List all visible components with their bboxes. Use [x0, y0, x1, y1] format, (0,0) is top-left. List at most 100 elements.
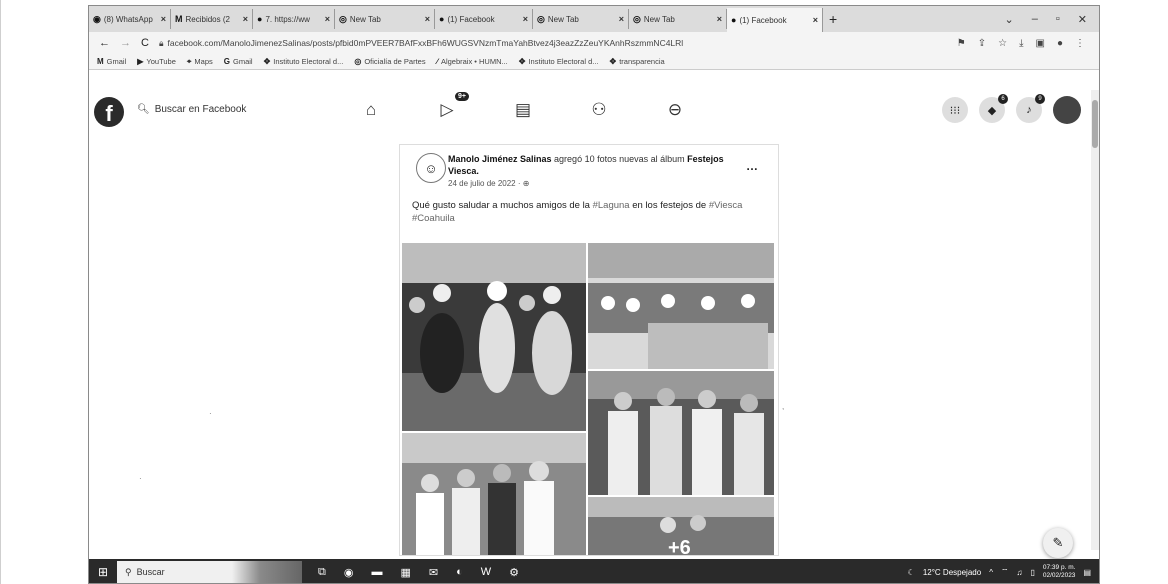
notifications-icon[interactable]: ♪ 9	[1016, 94, 1045, 123]
network-icon[interactable]: ⌔	[1001, 567, 1009, 577]
minimize-icon[interactable]: –	[1032, 13, 1038, 26]
avatar[interactable]	[1053, 96, 1081, 124]
globe-icon: ⊕	[522, 179, 530, 188]
battery-icon[interactable]: ▯	[1030, 568, 1034, 577]
ine-icon: ✥	[609, 57, 617, 66]
close-icon[interactable]: ×	[717, 14, 722, 24]
windows-taskbar: ⊞ ⚲ Buscar ⧉ ◉ ▬ ▦ ✉ ◐ W ⚙ ☾ 12°C Despeja…	[89, 559, 1099, 583]
forward-icon[interactable]: →	[120, 37, 131, 49]
address-bar: ← → C 🔒︎ facebook.com/ManoloJimenezSalina…	[89, 32, 1099, 54]
chrome-icon[interactable]: ◉	[344, 566, 354, 579]
watch-icon[interactable]: ▷ 9+	[435, 92, 469, 122]
tab-facebook[interactable]: ● (1) Facebook ×	[435, 9, 533, 29]
tab-whatsapp[interactable]: ◉ (8) WhatsApp ×	[89, 9, 171, 29]
maximize-icon[interactable]: ▫	[1056, 13, 1060, 26]
download-icon[interactable]: ⤓	[1019, 38, 1023, 49]
chevron-down-icon[interactable]: ⌄	[1005, 13, 1014, 26]
ine-icon: ✥	[263, 57, 271, 66]
bookmark-item[interactable]: ⌖ Maps	[187, 57, 213, 67]
url-field[interactable]: 🔒︎ facebook.com/ManoloJimenezSalinas/post…	[159, 38, 683, 49]
menu-icon[interactable]: ⋮	[1075, 38, 1085, 49]
gaming-icon[interactable]: ⊖	[663, 98, 687, 122]
taskbar-search-input[interactable]: ⚲ Buscar	[117, 561, 302, 583]
bookmark-item[interactable]: ∕ Algebraix • HUMN...	[437, 57, 508, 66]
tab-new-tab[interactable]: ◎ New Tab ×	[629, 9, 727, 29]
groups-icon[interactable]: ⚇	[587, 98, 611, 122]
close-icon[interactable]: ×	[523, 14, 528, 24]
bookmark-item[interactable]: ✥ Instituto Electoral d...	[264, 57, 344, 66]
facebook-icon: ●	[257, 14, 263, 24]
share-icon[interactable]: ⇪	[978, 38, 986, 49]
menu-grid-icon[interactable]: ⁝⁝⁝	[942, 97, 968, 123]
profile-icon[interactable]: ●	[1057, 38, 1063, 49]
author-avatar[interactable]: ☺	[416, 153, 446, 183]
bookmark-item[interactable]: ◎ Oficialía de Partes	[354, 57, 425, 66]
tab-gmail[interactable]: M Recibidos (2 ×	[171, 9, 253, 29]
clock[interactable]: 07:39 p. m. 02/02/2023	[1043, 564, 1076, 580]
volume-icon[interactable]: ♫	[1016, 568, 1022, 577]
scrollbar[interactable]	[1091, 90, 1099, 550]
maps-icon: ⌖	[186, 56, 192, 66]
bookmark-item[interactable]: ▶ YouTube	[137, 57, 176, 66]
close-icon[interactable]: ×	[325, 14, 330, 24]
tab-new-tab[interactable]: ◎ New Tab ×	[533, 9, 629, 29]
settings-icon[interactable]: ⚙	[509, 566, 519, 579]
tab-facebook-active[interactable]: ● (1) Facebook ×	[727, 8, 823, 32]
facebook-icon: ●	[731, 15, 737, 25]
watch-badge: 9+	[455, 92, 469, 101]
tab-facebook-link[interactable]: ● 7. https://ww ×	[253, 9, 335, 29]
chevron-up-icon[interactable]: ^	[989, 568, 993, 577]
messenger-icon[interactable]: ◆ 6	[979, 94, 1008, 123]
facebook-logo-icon[interactable]: f	[94, 97, 124, 127]
close-icon[interactable]: ×	[425, 14, 430, 24]
back-icon[interactable]: ←	[99, 37, 110, 49]
reload-icon[interactable]: C	[141, 37, 149, 49]
word-icon[interactable]: W	[481, 566, 491, 579]
weather-icon[interactable]: ☾	[908, 568, 915, 577]
search-icon: ⚲	[125, 566, 132, 577]
notifications-badge: 9	[1035, 94, 1045, 104]
windows-start-icon[interactable]: ⊞	[89, 565, 117, 579]
post-date[interactable]: 24 de julio de 2022 · ⊕	[448, 179, 529, 188]
chrome-icon: ◎	[339, 13, 347, 24]
post-photo-group[interactable]	[588, 371, 774, 495]
star-icon[interactable]: ☆	[998, 38, 1007, 49]
more-photos-count[interactable]: +6	[668, 537, 691, 555]
file-explorer-icon[interactable]: ▬	[371, 566, 382, 579]
hashtag-link[interactable]: #Coahuila	[412, 213, 455, 224]
bookmark-item[interactable]: G Gmail	[224, 57, 253, 66]
mail-icon[interactable]: ✉	[429, 566, 438, 579]
hashtag-link[interactable]: #Laguna	[593, 200, 630, 211]
close-icon[interactable]: ×	[619, 14, 624, 24]
post-photo-riders[interactable]	[402, 243, 586, 431]
close-icon[interactable]: ✕	[1078, 13, 1087, 26]
tab-strip: ◉ (8) WhatsApp × M Recibidos (2 × ● 7. https:…	[89, 6, 1099, 32]
new-tab-button[interactable]: +	[829, 11, 845, 27]
more-options-icon[interactable]: …	[746, 159, 758, 173]
sidepanel-icon[interactable]: ▣	[1036, 38, 1045, 49]
search-input[interactable]: 🔍︎ Buscar en Facebook	[137, 104, 246, 115]
author-name[interactable]: Manolo Jiménez Salinas	[448, 154, 552, 164]
post-header: Manolo Jiménez Salinas agregó 10 fotos n…	[448, 153, 738, 177]
notification-center-icon[interactable]: ▤	[1083, 568, 1091, 577]
post-photo-crowd[interactable]	[588, 243, 774, 369]
close-icon[interactable]: ×	[243, 14, 248, 24]
task-view-icon[interactable]: ⧉	[318, 566, 326, 579]
chrome-icon: ◎	[537, 13, 545, 24]
post-photo-friends[interactable]	[402, 433, 586, 555]
store-icon[interactable]: ▦	[400, 566, 410, 579]
bookmark-item[interactable]: ✥ Instituto Electoral d...	[519, 57, 599, 66]
edge-icon[interactable]: ◐	[456, 566, 463, 579]
bookmark-item[interactable]: M Gmail	[97, 57, 126, 66]
scrollbar-thumb[interactable]	[1092, 100, 1098, 148]
close-icon[interactable]: ×	[813, 15, 818, 25]
marketplace-icon[interactable]: ▤	[511, 98, 535, 122]
translate-icon[interactable]: ⚑	[957, 38, 966, 49]
new-message-icon[interactable]: ✎	[1043, 528, 1073, 558]
bookmark-item[interactable]: ✥ transparencia	[610, 57, 665, 66]
weather-text[interactable]: 12°C Despejado	[923, 568, 981, 577]
tab-new-tab[interactable]: ◎ New Tab ×	[335, 9, 435, 29]
home-icon[interactable]: ⌂	[359, 98, 383, 122]
close-icon[interactable]: ×	[161, 14, 166, 24]
hashtag-link[interactable]: #Viesca	[709, 200, 743, 211]
